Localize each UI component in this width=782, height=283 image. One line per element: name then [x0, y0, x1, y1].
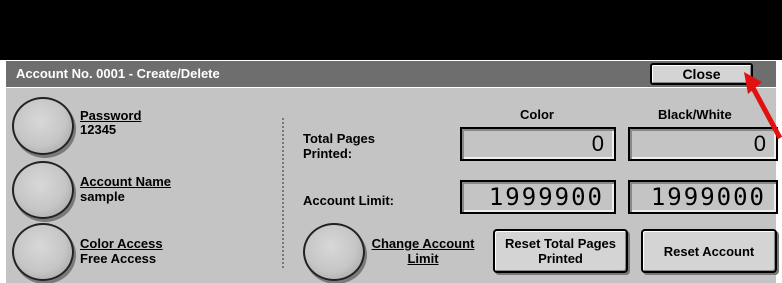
change-limit-label: Change Account Limit — [371, 236, 475, 266]
close-button[interactable]: Close — [650, 63, 753, 85]
password-value: 12345 — [80, 122, 117, 137]
window-title: Account No. 0001 - Create/Delete — [16, 66, 220, 81]
password-button[interactable] — [12, 97, 74, 155]
color-access-label: Color Access — [80, 236, 163, 251]
color-access-value: Free Access — [80, 251, 157, 266]
account-name-value: sample — [80, 189, 125, 204]
annotation-arrow-icon — [744, 72, 782, 140]
reset-total-pages-button[interactable]: Reset Total Pages Printed — [493, 229, 628, 273]
reset-account-button[interactable]: Reset Account — [641, 229, 777, 273]
color-access-button[interactable] — [12, 223, 74, 281]
limit-color-field: 1999900 — [460, 180, 616, 214]
limit-bw-field: 1999000 — [628, 180, 778, 214]
change-limit-button[interactable] — [303, 223, 365, 281]
section-divider — [282, 118, 284, 268]
bw-column-header: Black/White — [658, 107, 732, 122]
total-pages-label: Total Pages Printed: — [303, 131, 376, 161]
account-name-button[interactable] — [12, 161, 74, 219]
account-limit-label: Account Limit: — [303, 193, 394, 208]
color-column-header: Color — [520, 107, 554, 122]
account-name-label: Account Name — [80, 174, 172, 189]
total-color-field: 0 — [460, 127, 616, 161]
top-black-bar — [0, 0, 782, 60]
password-label: Password — [80, 108, 142, 123]
